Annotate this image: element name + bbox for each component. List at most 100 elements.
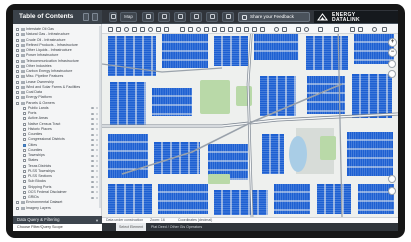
layer-checkbox[interactable] [23,190,26,194]
layer-checkbox[interactable] [23,148,26,152]
locate-me-icon[interactable] [388,70,396,78]
layer-group-checkbox[interactable] [16,43,19,47]
download-tool-icon[interactable] [206,12,218,22]
visibility-icon[interactable] [91,186,94,188]
layer-options-icon[interactable] [96,186,98,188]
text-tool-icon[interactable] [212,26,217,32]
visibility-icon[interactable] [91,149,94,152]
legend-tool-icon[interactable] [318,26,323,32]
zoom-out-button[interactable]: − [388,48,397,57]
settings-tool-icon[interactable] [244,26,249,32]
layer-options-icon[interactable] [96,133,98,136]
layer-group-checkbox[interactable] [16,54,19,58]
layer-options-icon[interactable] [96,180,98,183]
layer-checkbox[interactable] [23,112,26,116]
layer-group-checkbox[interactable] [16,28,19,32]
layer-group-checkbox[interactable] [16,75,19,79]
layer-checkbox[interactable] [23,196,26,200]
more-tools-icon[interactable] [382,26,387,32]
layer-options-icon[interactable] [96,117,98,120]
layer-group-checkbox[interactable] [16,70,19,74]
location-icon[interactable] [196,26,201,32]
layer-checkbox[interactable] [23,127,26,131]
layer-options-icon[interactable] [96,191,98,194]
layer-group-checkbox[interactable] [16,91,19,95]
redo-tool-icon[interactable] [260,26,265,32]
buffer-tool-icon[interactable] [220,26,225,32]
attribute-tool-icon[interactable] [334,26,339,32]
layer-group-checkbox[interactable] [16,59,19,63]
expand-panel-icon[interactable] [92,13,98,21]
measure-distance-icon[interactable] [180,26,185,32]
layer-group-checkbox[interactable] [16,64,19,68]
layer-options-icon[interactable] [96,128,98,131]
layer-checkbox[interactable] [23,164,26,168]
map-remove-icon[interactable] [388,187,396,195]
layer-checkbox[interactable] [23,138,26,142]
visibility-icon[interactable] [91,144,94,146]
map-canvas[interactable] [102,24,398,217]
map-view[interactable] [102,24,398,217]
toggle-tool-icon[interactable] [350,26,355,32]
layer-group-checkbox[interactable] [16,96,19,100]
layer-options-icon[interactable] [96,196,98,199]
lock-tool-icon[interactable] [358,26,363,32]
measure-area-icon[interactable] [188,26,193,32]
table-tool-icon[interactable] [296,26,301,32]
layer-checkbox[interactable] [23,159,26,163]
filter-scope-select[interactable]: Choose Filter/Query Scope [13,224,102,231]
select-rectangle-icon[interactable] [132,26,137,32]
pan-tool-icon[interactable] [116,26,121,32]
undo-tool-icon[interactable] [252,26,257,32]
visibility-icon[interactable] [91,117,94,120]
layer-options-icon[interactable] [96,144,98,146]
layer-options-icon[interactable] [96,165,98,167]
pointer-tool-icon[interactable] [108,26,113,32]
layer-checkbox[interactable] [23,185,26,189]
collapse-panel-icon[interactable] [83,13,89,21]
layer-group-checkbox[interactable] [16,201,19,205]
layers-tool-icon[interactable] [142,12,154,22]
visibility-icon[interactable] [91,123,94,125]
polygon-tool-icon[interactable] [140,26,145,32]
tab-plat-deed[interactable]: Plat Deed / Other Gis Operators [148,223,205,231]
bookmark-tool-icon[interactable] [190,12,202,22]
clear-selection-icon[interactable] [164,26,169,32]
visibility-icon[interactable] [91,112,94,115]
layer-group-checkbox[interactable] [16,85,19,89]
layer-checkbox[interactable] [23,154,26,158]
layer-group-checkbox[interactable] [16,33,19,37]
layer-options-icon[interactable] [96,138,98,141]
layer-options-icon[interactable] [96,123,98,125]
tab-select-element[interactable]: Select Element [116,223,147,231]
line-tool-icon[interactable] [156,26,161,32]
zoom-in-button[interactable]: + [388,38,397,47]
visibility-icon[interactable] [91,165,94,167]
circle-tool-icon[interactable] [148,26,153,32]
basemap-tool-icon[interactable] [158,12,170,22]
layer-checkbox[interactable] [23,175,26,179]
visibility-icon[interactable] [91,196,94,199]
layer-checkbox[interactable] [23,117,26,121]
layer-options-icon[interactable] [96,149,98,152]
layer-options-icon[interactable] [96,154,98,157]
export-tool-icon[interactable] [228,26,233,32]
visibility-icon[interactable] [91,175,94,178]
visibility-icon[interactable] [91,154,94,157]
layer-checkbox[interactable] [23,169,26,173]
map-add-icon[interactable] [388,175,396,183]
visibility-icon[interactable] [91,180,94,183]
help-tool-icon[interactable] [222,12,234,22]
visibility-icon[interactable] [91,128,94,131]
draw-tool-icon[interactable] [204,26,209,32]
info-tool-icon[interactable] [274,26,279,32]
fullscreen-tool-icon[interactable] [372,26,377,32]
layer-options-icon[interactable] [96,112,98,115]
layer-group-checkbox[interactable] [16,101,19,105]
layer-checkbox[interactable] [23,133,26,137]
layer-options-icon[interactable] [96,170,98,173]
share-feedback-button[interactable]: Share your Feedback [238,12,310,22]
visibility-icon[interactable] [91,191,94,194]
layer-list-scrollbar[interactable] [99,26,101,208]
layer-group[interactable]: Imagery Layers [13,206,101,211]
